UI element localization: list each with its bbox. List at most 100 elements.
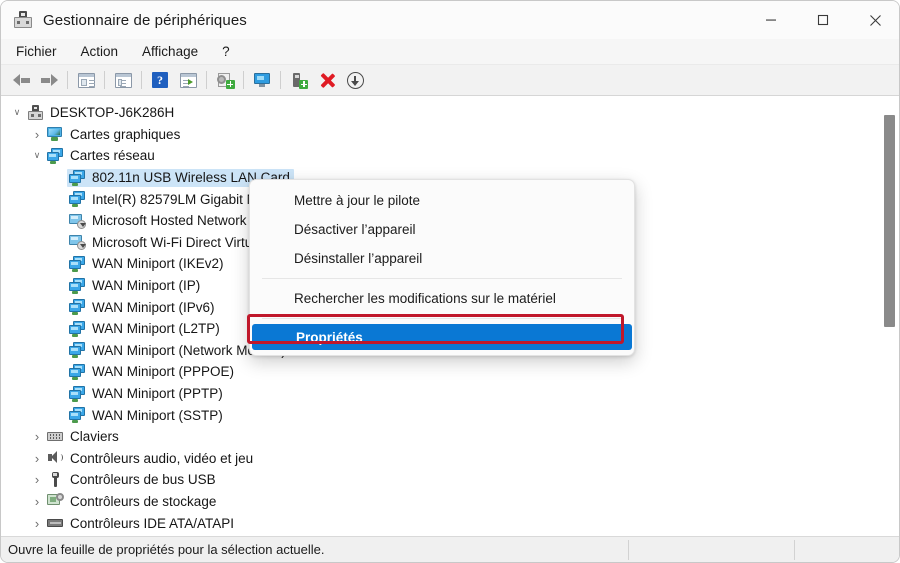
uninstall-device-button[interactable]	[211, 67, 239, 93]
help-button[interactable]: ?	[146, 67, 174, 93]
tree-item-label: Contrôleurs audio, vidéo et jeu	[70, 450, 254, 466]
maximize-button[interactable]	[797, 1, 849, 39]
chevron-right-icon[interactable]: ›	[29, 451, 45, 466]
disable-device-icon	[291, 72, 308, 89]
tree-item-content: WAN Miniport (PPTP)	[67, 385, 227, 403]
back-button[interactable]	[7, 67, 35, 93]
vertical-scrollbar[interactable]	[881, 97, 898, 536]
chevron-down-icon[interactable]: ∨	[9, 107, 25, 118]
help-icon: ?	[152, 72, 168, 88]
download-button[interactable]	[341, 67, 369, 93]
scrollbar-thumb[interactable]	[884, 115, 895, 327]
tree-item-content: Claviers	[45, 428, 123, 446]
tree-item-content: WAN Miniport (PPPOE)	[67, 363, 238, 381]
usb-icon	[47, 471, 64, 488]
tree-item[interactable]: › Contrôleurs IDE ATA/ATAPI	[1, 512, 871, 534]
disable-device-button[interactable]	[285, 67, 313, 93]
tree-item-label: DESKTOP-J6K286H	[50, 105, 175, 121]
toolbar-separator	[67, 71, 68, 89]
context-menu-item-update-driver[interactable]: Mettre à jour le pilote	[250, 186, 634, 215]
update-driver-icon	[179, 72, 197, 88]
close-button[interactable]	[849, 1, 899, 39]
tree-item-label: WAN Miniport (SSTP)	[92, 407, 223, 423]
virtual-network-adapter-icon	[69, 234, 86, 251]
context-menu-item-disable-device[interactable]: Désactiver l’appareil	[250, 215, 634, 244]
status-bar-text: Ouvre la feuille de propriétés pour la s…	[8, 542, 325, 557]
forward-arrow-icon	[40, 73, 58, 87]
context-menu-item-scan-hardware-changes[interactable]: Rechercher les modifications sur le maté…	[250, 284, 634, 313]
chevron-right-icon[interactable]: ›	[29, 429, 45, 444]
forward-button[interactable]	[35, 67, 63, 93]
tree-item-content: Contrôleurs IDE ATA/ATAPI	[45, 514, 238, 532]
chevron-right-icon[interactable]: ›	[29, 494, 45, 509]
tree-item-content: Cartes réseau	[45, 147, 159, 165]
network-adapter-icon	[69, 277, 86, 294]
display-adapter-icon	[47, 126, 64, 142]
context-menu-separator	[262, 318, 622, 319]
keyboard-icon	[47, 429, 64, 445]
tree-item[interactable]: › Contrôleurs de stockage	[1, 491, 871, 513]
window-title: Gestionnaire de périphériques	[43, 11, 247, 29]
tree-item-label: WAN Miniport (IP)	[92, 278, 201, 294]
tree-item-label: Cartes graphiques	[70, 126, 181, 142]
scan-hardware-changes-button[interactable]	[248, 67, 276, 93]
virtual-network-adapter-icon	[69, 213, 86, 229]
menu-item-fichier[interactable]: Fichier	[7, 41, 66, 62]
back-arrow-icon	[12, 73, 30, 87]
context-menu-item-uninstall-device[interactable]: Désinstaller l’appareil	[250, 244, 634, 273]
computer-icon	[27, 104, 44, 121]
menu-item-action[interactable]: Action	[72, 41, 128, 62]
tree-item-content: WAN Miniport (L2TP)	[67, 320, 224, 338]
tree-item-label: Contrôleurs de stockage	[70, 493, 217, 509]
properties-icon	[114, 72, 132, 88]
network-adapter-icon	[47, 147, 64, 164]
tree-item-label: Cartes réseau	[70, 148, 155, 164]
menu-bar: Fichier Action Affichage ?	[1, 39, 899, 65]
tree-item-label: Contrôleurs de bus USB	[70, 472, 216, 488]
close-icon	[869, 14, 881, 26]
show-hide-console-tree-button[interactable]	[72, 67, 100, 93]
tree-item-label: Claviers	[70, 429, 119, 445]
scan-hardware-changes-icon	[253, 72, 271, 88]
tree-item[interactable]: › Cartes graphiques	[1, 124, 871, 146]
context-menu-separator	[262, 278, 622, 279]
toolbar-separator	[104, 71, 105, 89]
context-menu: Mettre à jour le pilote Désactiver l’app…	[249, 179, 635, 356]
chevron-right-icon[interactable]: ›	[29, 516, 45, 531]
chevron-right-icon[interactable]: ›	[29, 127, 45, 142]
update-driver-button[interactable]	[174, 67, 202, 93]
minimize-button[interactable]	[745, 1, 797, 39]
tree-item-label: WAN Miniport (PPTP)	[92, 386, 223, 402]
tree-item[interactable]: › Contrôleurs de bus USB	[1, 469, 871, 491]
tree-item[interactable]: WAN Miniport (PPTP)	[1, 383, 871, 405]
uninstall-device-icon	[216, 72, 235, 89]
network-adapter-icon	[69, 407, 86, 424]
tree-item-content: DESKTOP-J6K286H	[25, 104, 178, 122]
tree-item[interactable]: WAN Miniport (PPPOE)	[1, 361, 871, 383]
tree-item-label: WAN Miniport (L2TP)	[92, 321, 220, 337]
tree-item-content: WAN Miniport (IPv6)	[67, 298, 219, 316]
toolbar-separator	[141, 71, 142, 89]
tree-item-content: Cartes graphiques	[45, 125, 184, 143]
delete-device-button[interactable]	[313, 67, 341, 93]
chevron-right-icon[interactable]: ›	[29, 472, 45, 487]
status-bar-divider	[794, 540, 795, 560]
context-menu-item-properties[interactable]: Propriétés	[252, 324, 632, 350]
maximize-icon	[817, 14, 829, 26]
chevron-down-icon[interactable]: ∨	[29, 150, 45, 161]
tree-item[interactable]: ∨ Cartes réseau	[1, 145, 871, 167]
properties-button[interactable]	[109, 67, 137, 93]
tree-item-content: WAN Miniport (SSTP)	[67, 406, 227, 424]
toolbar: ?	[1, 65, 899, 96]
menu-item-affichage[interactable]: Affichage	[133, 41, 207, 62]
tree-item[interactable]: › Contrôleurs audio, vidéo et jeu	[1, 448, 871, 470]
status-bar: Ouvre la feuille de propriétés pour la s…	[1, 536, 899, 562]
tree-item[interactable]: ∨ DESKTOP-J6K286H	[1, 102, 871, 124]
delete-device-icon	[319, 72, 336, 89]
network-adapter-icon	[69, 363, 86, 380]
tree-item[interactable]: › Claviers	[1, 426, 871, 448]
tree-item[interactable]: WAN Miniport (SSTP)	[1, 404, 871, 426]
tree-item-content: Contrôleurs audio, vidéo et jeu	[45, 449, 257, 467]
toolbar-separator	[206, 71, 207, 89]
menu-item-help[interactable]: ?	[213, 41, 239, 62]
